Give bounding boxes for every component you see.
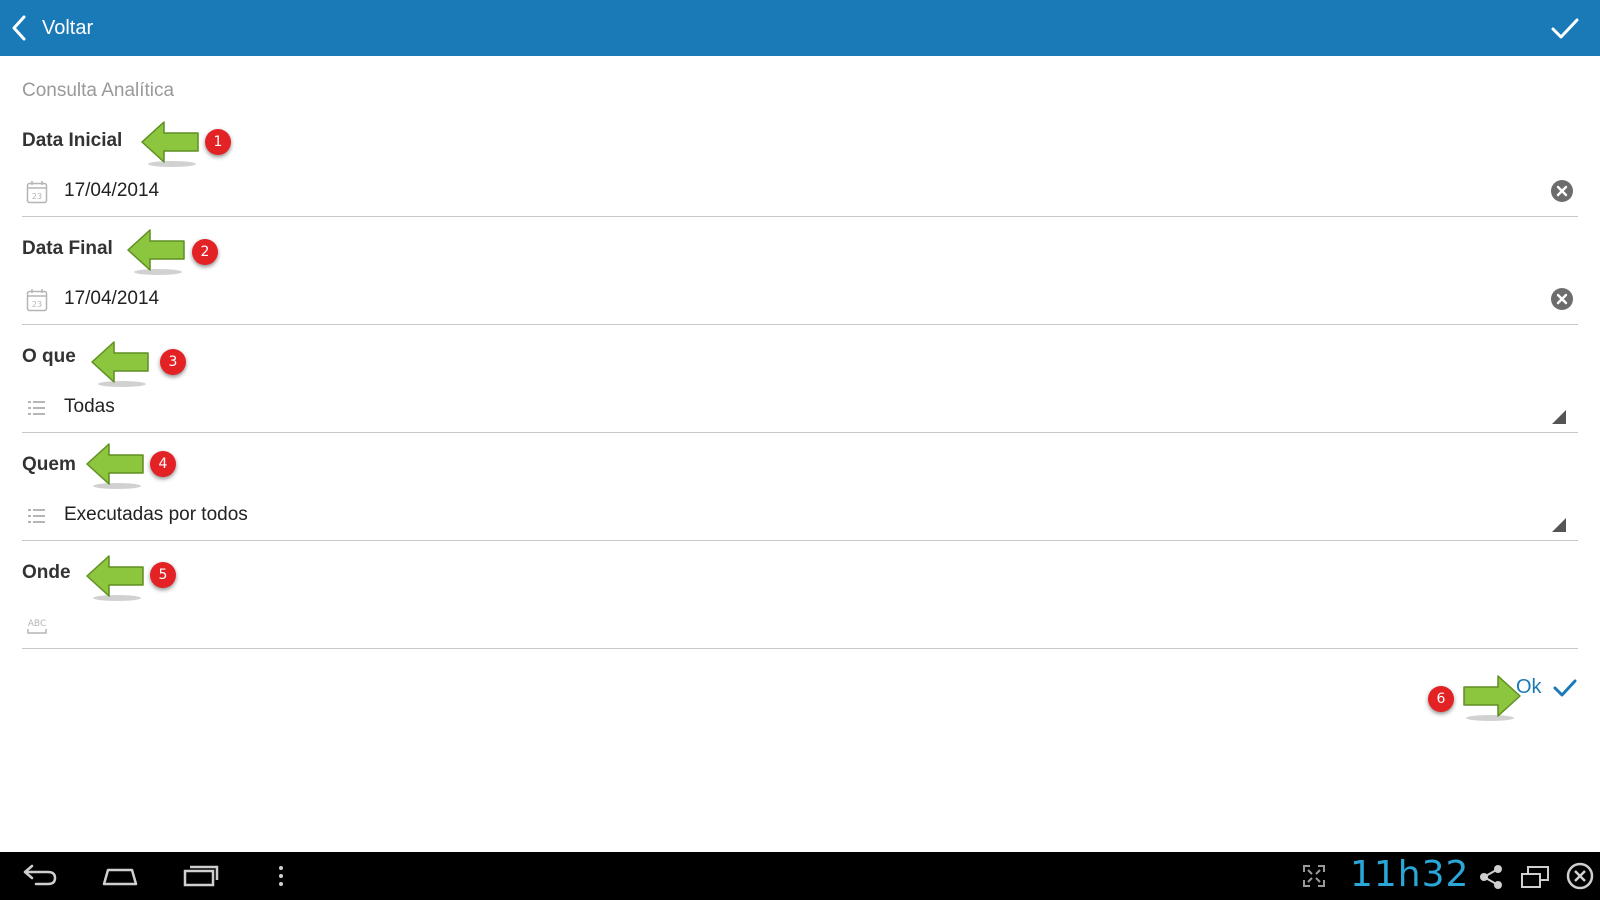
svg-text:ABC: ABC — [28, 619, 46, 629]
annotation-arrow-icon — [86, 555, 144, 601]
dropdown-arrow-icon — [1552, 410, 1566, 424]
annotation-badge: 3 — [160, 349, 186, 375]
field-value: Todas — [64, 396, 115, 417]
text-abc-icon: ABC — [27, 619, 47, 634]
select-quem[interactable]: Executadas por todos — [22, 490, 1578, 541]
annotation-arrow-icon — [91, 341, 149, 387]
annotation-arrow-icon — [141, 121, 199, 167]
back-button[interactable]: Voltar — [8, 10, 93, 46]
svg-text:23: 23 — [32, 300, 42, 309]
page-subtitle: Consulta Analítica — [22, 80, 175, 101]
select-o-que[interactable]: Todas — [22, 382, 1578, 433]
field-value: 17/04/2014 — [64, 288, 160, 309]
home-nav-icon[interactable] — [100, 864, 140, 888]
calendar-icon: 23 — [26, 181, 48, 204]
field-value: 17/04/2014 — [64, 180, 160, 201]
chevron-left-icon — [12, 15, 26, 41]
share-icon[interactable] — [1478, 864, 1504, 890]
annotation-badge: 4 — [150, 451, 176, 477]
field-label: Data Inicial — [22, 130, 123, 151]
list-icon — [28, 401, 45, 415]
recent-apps-icon[interactable] — [182, 862, 220, 888]
back-label: Voltar — [42, 16, 94, 39]
field-data-inicial: Data Inicial 23 17/04/2014 — [22, 130, 1578, 238]
annotation-badge: 1 — [205, 129, 231, 155]
list-icon — [28, 509, 45, 523]
clear-icon[interactable] — [1550, 179, 1574, 203]
field-label: Data Final — [22, 238, 113, 259]
menu-dots-icon[interactable] — [276, 864, 286, 888]
dropdown-arrow-icon — [1552, 518, 1566, 532]
fullscreen-icon[interactable] — [1302, 864, 1326, 888]
annotation-arrow-icon — [127, 229, 185, 275]
field-value: Executadas por todos — [64, 504, 248, 525]
check-icon[interactable] — [1548, 12, 1582, 44]
annotation-arrow-icon — [86, 443, 144, 489]
date-input-data-final[interactable]: 23 17/04/2014 — [22, 274, 1578, 325]
check-icon — [1553, 679, 1577, 696]
ok-button[interactable]: Ok — [1516, 676, 1578, 699]
annotation-badge: 6 — [1428, 686, 1454, 712]
field-data-final: Data Final 23 17/04/2014 — [22, 238, 1578, 346]
field-label: Onde — [22, 562, 71, 583]
app-bar: Voltar — [0, 0, 1600, 56]
clock-display: 11h32 — [1350, 854, 1470, 895]
date-input-data-inicial[interactable]: 23 17/04/2014 — [22, 166, 1578, 217]
field-o-que: O que Todas — [22, 346, 1578, 454]
clear-icon[interactable] — [1550, 287, 1574, 311]
svg-text:23: 23 — [32, 192, 42, 201]
field-label: Quem — [22, 454, 76, 475]
close-circle-icon[interactable] — [1566, 862, 1594, 890]
annotation-badge: 5 — [150, 562, 176, 588]
window-mode-icon[interactable] — [1520, 864, 1550, 890]
field-label: O que — [22, 346, 76, 367]
system-navigation-bar: 11h32 — [0, 852, 1600, 900]
back-nav-icon[interactable] — [22, 862, 58, 888]
text-input-onde[interactable]: ABC — [22, 598, 1578, 649]
field-quem: Quem Executadas por todos — [22, 454, 1578, 562]
annotation-arrow-icon — [1463, 675, 1521, 721]
field-onde: Onde ABC — [22, 562, 1578, 670]
ok-label: Ok — [1516, 676, 1542, 698]
calendar-icon: 23 — [26, 289, 48, 312]
annotation-badge: 2 — [192, 239, 218, 265]
